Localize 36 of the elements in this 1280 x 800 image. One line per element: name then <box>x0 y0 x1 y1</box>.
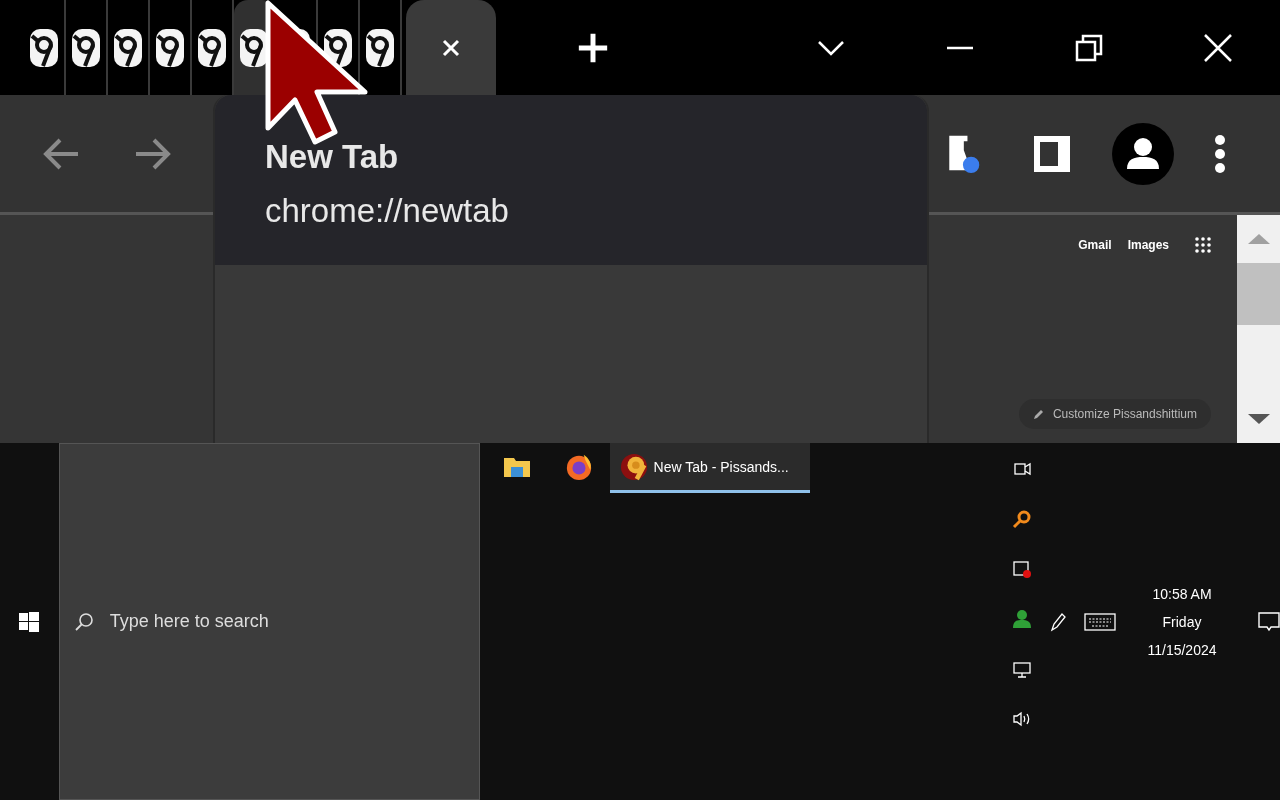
search-icon <box>73 611 94 632</box>
scrollbar-thumb[interactable] <box>1237 263 1280 325</box>
windows-logo-icon[interactable] <box>19 611 40 632</box>
browser-icon <box>365 27 395 68</box>
user-icon[interactable] <box>1012 609 1032 629</box>
clock[interactable]: 10:58 AM Friday 11/15/2024 <box>1126 585 1238 658</box>
header-link[interactable]: Gmail <box>1078 238 1112 252</box>
notification-icon[interactable] <box>1258 611 1280 632</box>
browser-icon <box>239 27 269 68</box>
close-icon[interactable] <box>1203 32 1233 63</box>
browser-icon <box>197 27 227 68</box>
browser-icon <box>71 27 101 68</box>
tab-title: New Tab <box>265 138 400 176</box>
side-panel-icon[interactable] <box>1032 133 1072 174</box>
scrollbar[interactable] <box>1237 215 1280 443</box>
magnifier-icon[interactable] <box>1012 509 1032 529</box>
customize-button[interactable]: Customize Pissandshittium <box>1018 399 1211 429</box>
keyboard-icon[interactable] <box>1084 612 1116 631</box>
restore-icon[interactable] <box>1074 32 1104 63</box>
browser-icon <box>155 27 185 68</box>
tab-url: chrome://newtab <box>265 192 510 230</box>
search-field[interactable]: Type here to search <box>107 610 432 633</box>
browser-icon <box>113 27 143 68</box>
browser-icon <box>619 452 648 481</box>
speaker-icon[interactable] <box>1012 709 1032 729</box>
header-link[interactable]: Images <box>1127 238 1169 252</box>
profile-icon[interactable] <box>1112 122 1174 185</box>
browser-icon <box>29 27 59 68</box>
scroll-down-icon[interactable] <box>1246 413 1271 425</box>
menu-icon[interactable] <box>1214 133 1226 174</box>
network-monitor-icon[interactable] <box>1012 659 1032 679</box>
pencil-icon <box>1032 408 1045 420</box>
remote-screen-icon[interactable] <box>1012 559 1032 579</box>
taskbar-app[interactable]: New Tab - Pissands... <box>609 443 810 493</box>
pen-icon[interactable] <box>1048 611 1068 632</box>
apps-grid-icon[interactable] <box>1195 237 1211 253</box>
